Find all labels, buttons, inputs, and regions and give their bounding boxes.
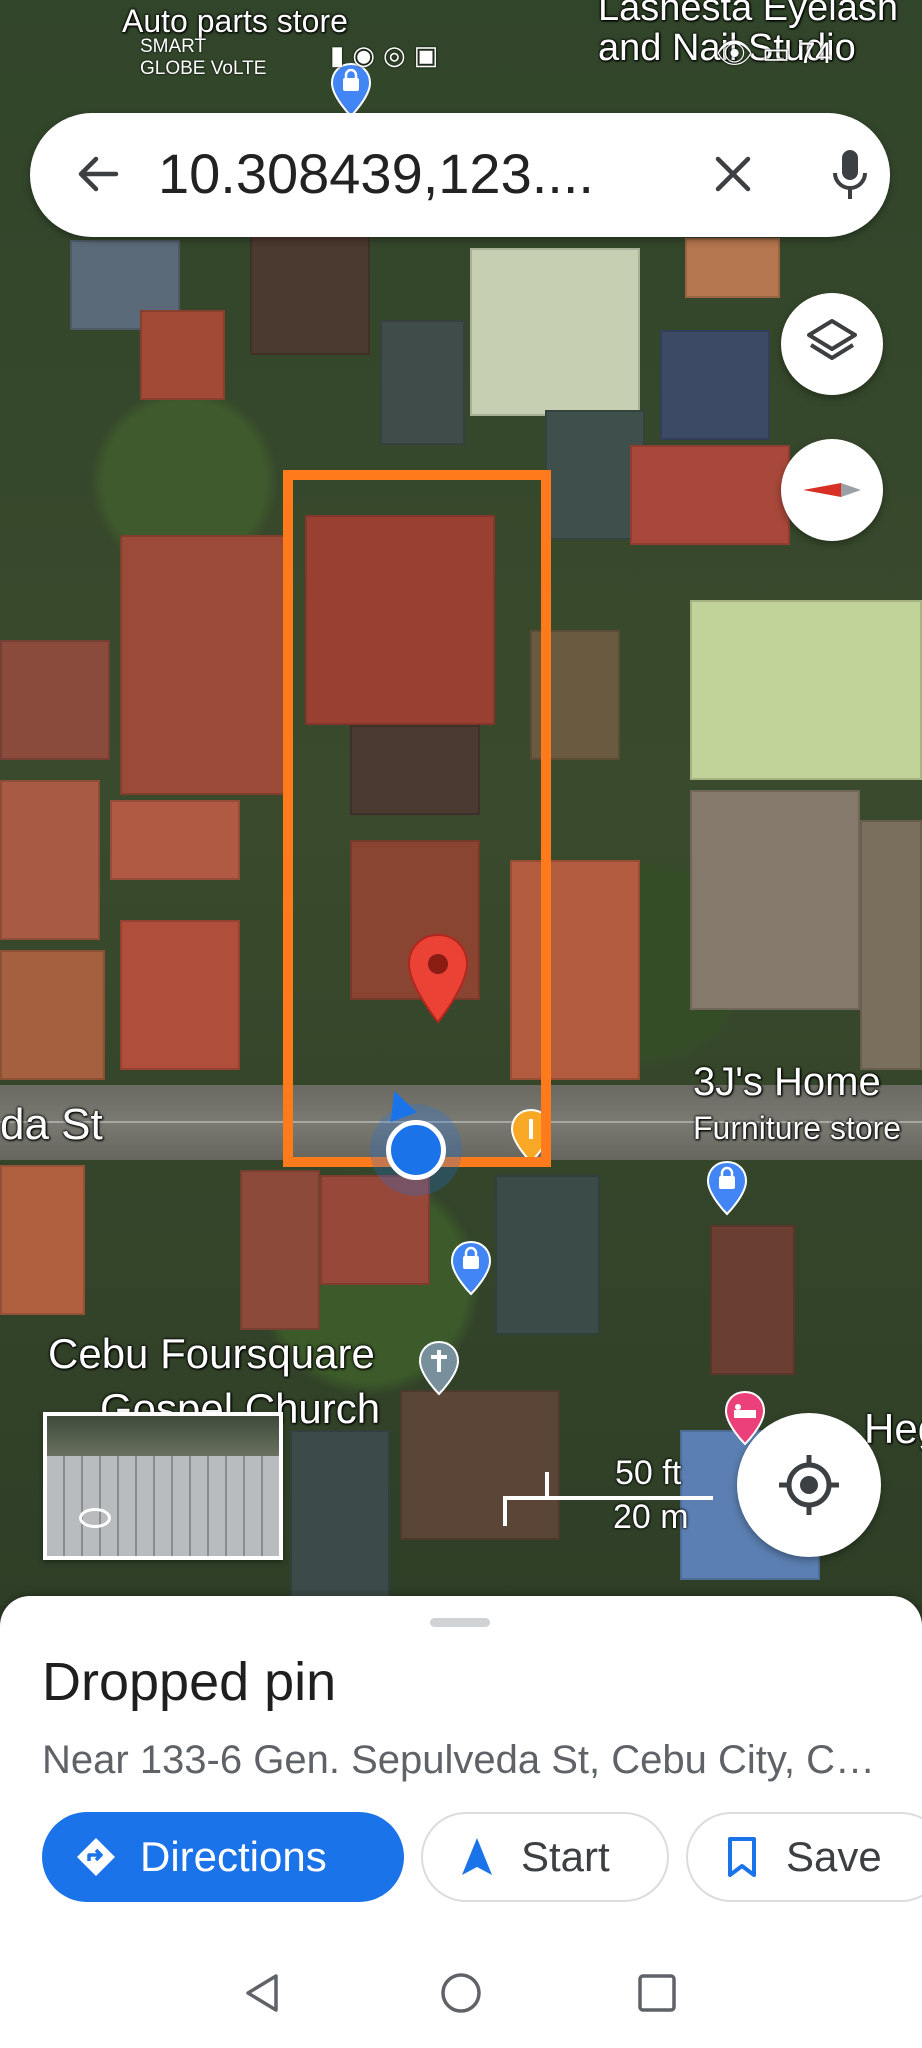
mic-icon[interactable] bbox=[830, 147, 870, 203]
status-icons: ▮◉◎▣ bbox=[330, 40, 446, 71]
dropped-pin-marker-icon[interactable] bbox=[405, 932, 471, 1026]
carrier-2: GLOBE VoLTE bbox=[140, 58, 267, 79]
layers-icon bbox=[807, 319, 857, 360]
building bbox=[0, 1165, 85, 1315]
shopping-bag-poi-icon[interactable] bbox=[448, 1240, 494, 1296]
arrow-back-icon[interactable] bbox=[72, 149, 122, 199]
save-label: Save bbox=[786, 1833, 882, 1880]
map-label-furniture-store[interactable]: Furniture store bbox=[693, 1110, 901, 1147]
search-bar[interactable]: 10.308439,123.... bbox=[30, 113, 890, 237]
selection-rectangle bbox=[283, 470, 551, 1167]
navigation-arrow-icon bbox=[462, 1838, 492, 1875]
building bbox=[120, 920, 240, 1070]
scale-label-meters: 20 m bbox=[613, 1498, 689, 1536]
building bbox=[690, 790, 860, 1010]
building bbox=[685, 238, 780, 298]
compass-button[interactable] bbox=[781, 439, 883, 541]
map-label-street: da St bbox=[0, 1100, 103, 1149]
viber-icon: ◎ bbox=[383, 40, 414, 70]
building bbox=[495, 1175, 600, 1335]
layers-button[interactable] bbox=[781, 293, 883, 395]
recents-nav-icon[interactable] bbox=[634, 1970, 680, 2016]
bookmark-icon bbox=[728, 1837, 756, 1877]
building bbox=[250, 235, 370, 355]
building bbox=[690, 600, 922, 780]
back-nav-icon[interactable] bbox=[240, 1970, 286, 2016]
my-location-button[interactable] bbox=[737, 1413, 881, 1557]
bag-icon: ▣ bbox=[413, 40, 447, 70]
carrier-1: SMART bbox=[140, 36, 207, 57]
church-poi-icon[interactable] bbox=[416, 1340, 462, 1396]
map-label-church-line1[interactable]: Cebu Foursquare bbox=[48, 1330, 375, 1378]
360-icon bbox=[79, 1508, 111, 1528]
close-icon[interactable] bbox=[710, 151, 756, 197]
place-title: Dropped pin bbox=[42, 1652, 337, 1712]
building bbox=[0, 640, 110, 760]
shopping-bag-poi-icon[interactable] bbox=[704, 1160, 750, 1216]
building bbox=[860, 820, 922, 1070]
place-address: Near 133-6 Gen. Sepulveda St, Cebu City,… bbox=[42, 1738, 882, 1782]
search-input[interactable]: 10.308439,123.... bbox=[158, 141, 678, 206]
status-right: 👁 ▭ 74 bbox=[715, 36, 832, 71]
map-scale: 50 ft 20 m bbox=[503, 1454, 721, 1536]
building bbox=[630, 445, 790, 545]
system-navigation-bar bbox=[0, 1940, 922, 2048]
directions-label: Directions bbox=[140, 1833, 327, 1880]
directions-button[interactable]: Directions bbox=[42, 1812, 404, 1902]
signal-icon: ▮ bbox=[330, 40, 353, 70]
satellite-map[interactable]: Auto parts store Lashesta Eyelash and Na… bbox=[0, 0, 922, 1605]
building bbox=[380, 320, 465, 445]
home-nav-icon[interactable] bbox=[438, 1970, 484, 2016]
start-label: Start bbox=[521, 1833, 610, 1880]
building bbox=[120, 535, 285, 795]
save-button[interactable]: Save bbox=[686, 1812, 922, 1902]
status-bar: SMART GLOBE VoLTE ▮◉◎▣ 👁 ▭ 74 bbox=[0, 0, 922, 100]
start-button[interactable]: Start bbox=[421, 1812, 669, 1902]
building bbox=[470, 248, 640, 416]
building bbox=[660, 330, 770, 440]
building bbox=[140, 310, 225, 400]
compass-icon bbox=[803, 483, 861, 497]
my-location-dot[interactable] bbox=[386, 1120, 446, 1180]
street-view-thumbnail[interactable] bbox=[43, 1412, 283, 1560]
battery-level: 74 bbox=[798, 37, 832, 70]
crosshair-icon bbox=[779, 1455, 839, 1515]
building bbox=[0, 950, 105, 1080]
building bbox=[320, 1175, 430, 1285]
building bbox=[710, 1225, 795, 1375]
sheet-drag-handle[interactable] bbox=[430, 1618, 490, 1627]
messenger-icon: ◉ bbox=[352, 40, 383, 70]
building bbox=[290, 1430, 390, 1600]
battery-icon: ▭ bbox=[761, 37, 791, 70]
directions-icon bbox=[77, 1838, 115, 1876]
building bbox=[0, 780, 100, 940]
building bbox=[240, 1170, 320, 1330]
scale-label-feet: 50 ft bbox=[615, 1454, 682, 1492]
eye-icon: 👁 bbox=[715, 37, 754, 70]
building bbox=[110, 800, 240, 880]
carrier-info: SMART GLOBE VoLTE bbox=[140, 36, 266, 80]
map-label-3js-home[interactable]: 3J's Home bbox=[693, 1060, 881, 1105]
